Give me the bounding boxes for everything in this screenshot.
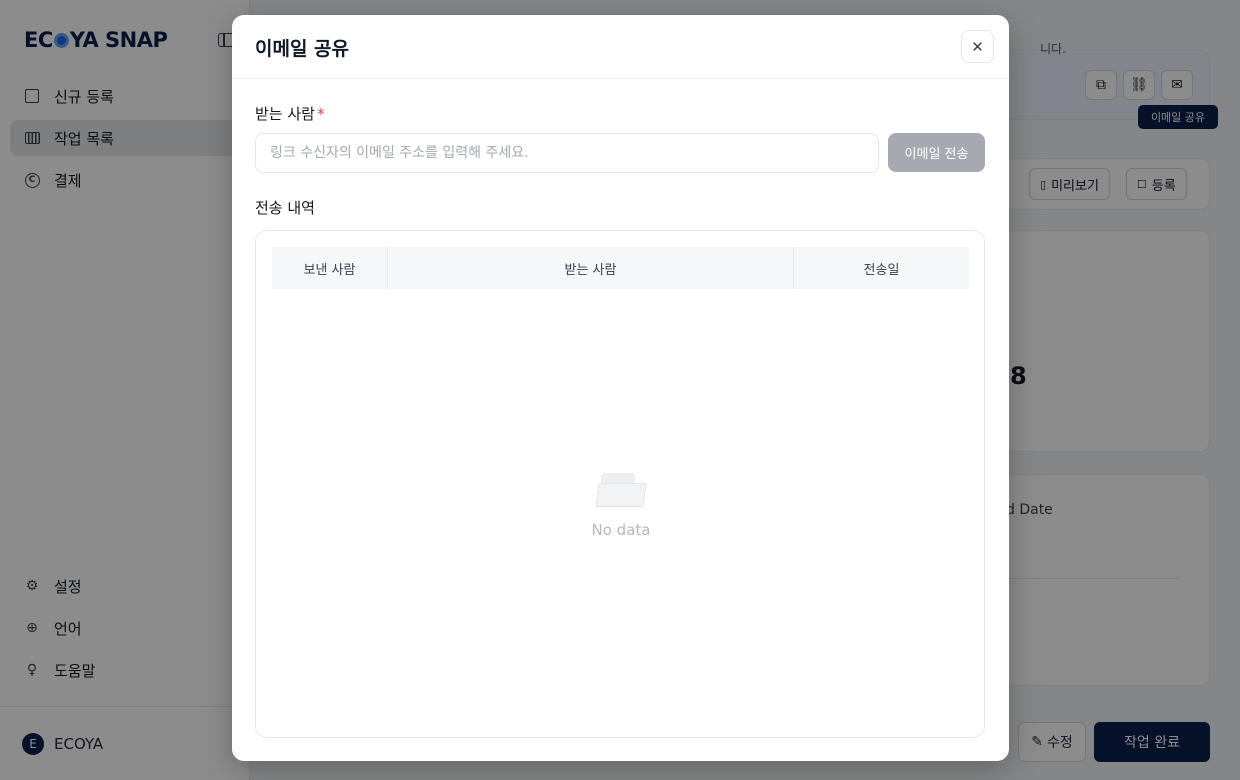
close-button[interactable]: ✕ <box>961 30 994 63</box>
email-share-modal: 이메일 공유 ✕ 받는 사람* 이메일 전송 전송 내역 보낸 사람 받는 사람… <box>232 15 1009 761</box>
column-header-sent-date[interactable]: 전송일 <box>794 247 969 289</box>
history-label: 전송 내역 <box>255 199 315 217</box>
recipient-label: 받는 사람 * <box>255 105 325 123</box>
required-mark: * <box>316 105 325 123</box>
close-icon: ✕ <box>971 37 984 56</box>
empty-text: No data <box>591 521 651 539</box>
empty-state: No data <box>256 471 986 539</box>
table-header: 보낸 사람 받는 사람 전송일 <box>272 247 969 289</box>
history-table: 보낸 사람 받는 사람 전송일 No data <box>255 230 985 738</box>
column-header-recipient[interactable]: 받는 사람 <box>388 247 794 289</box>
email-input[interactable] <box>255 133 879 173</box>
empty-folder-icon <box>595 471 647 509</box>
modal-title: 이메일 공유 <box>255 38 350 60</box>
send-email-button[interactable]: 이메일 전송 <box>888 133 985 172</box>
column-header-sender[interactable]: 보낸 사람 <box>272 247 388 289</box>
modal-header: 이메일 공유 ✕ <box>232 15 1009 79</box>
